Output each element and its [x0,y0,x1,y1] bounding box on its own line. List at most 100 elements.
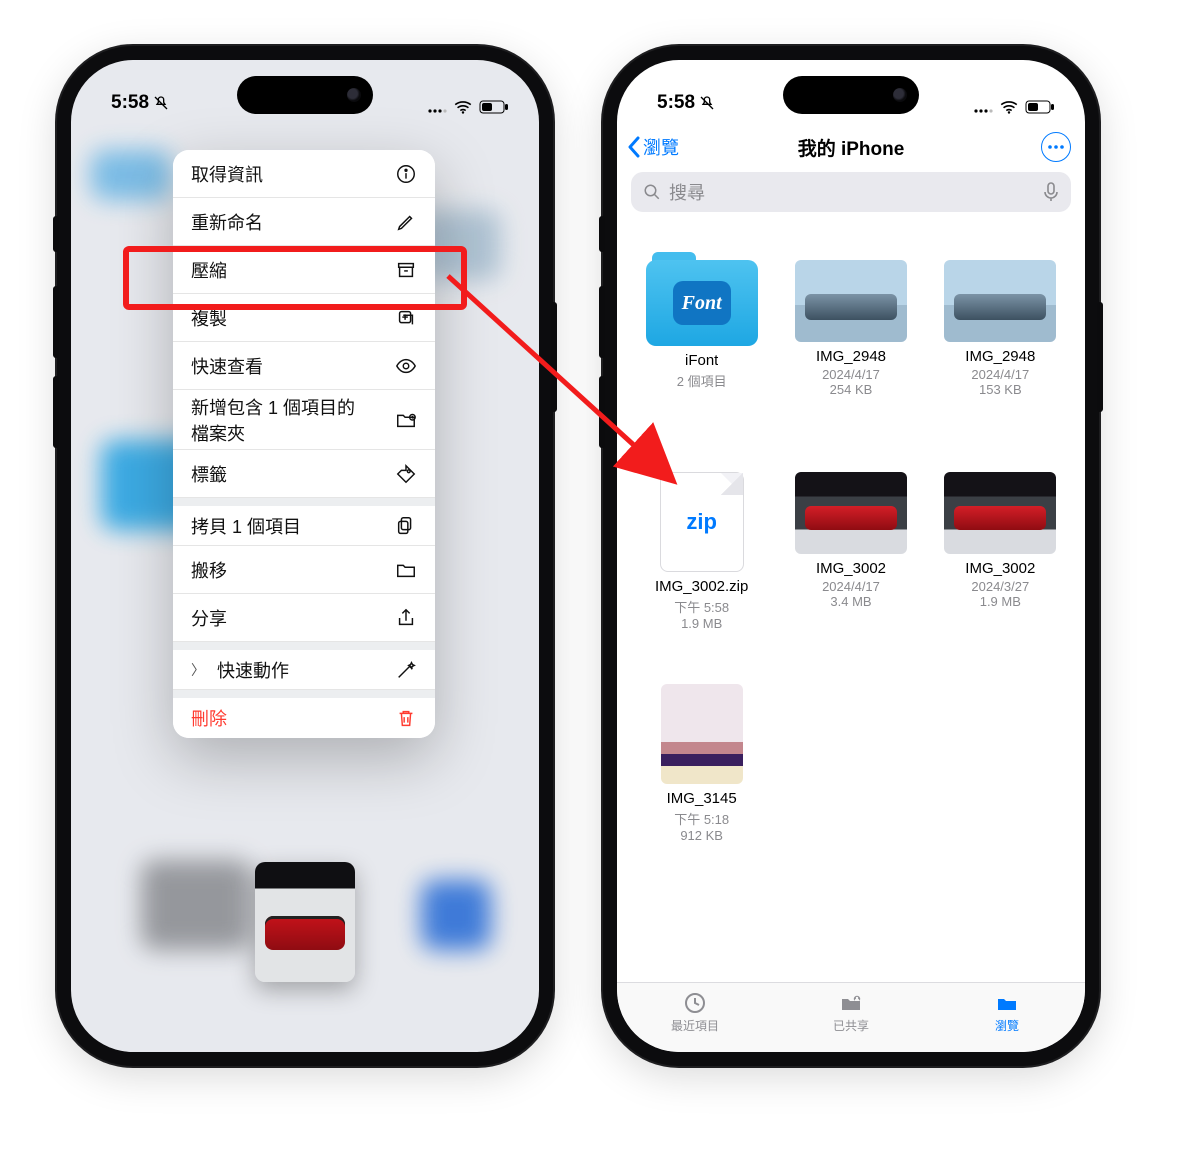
clock-icon [681,991,709,1015]
file-meta: 912 KB [680,828,723,843]
silent-icon [699,95,715,111]
file-item-img-2948-b[interactable]: IMG_2948 2024/4/17 153 KB [930,260,1071,440]
file-name: IMG_3145 [667,790,737,807]
screen-right: 5:58 瀏覽 我的 iPhone [617,60,1085,1052]
wand-icon [395,659,417,681]
context-menu: 取得資訊 重新命名 壓縮 複製 快速查看 [173,150,435,738]
menu-share[interactable]: 分享 [173,594,435,642]
status-time: 5:58 [657,92,695,114]
file-item-img-3002-b[interactable]: IMG_3002 2024/3/27 1.9 MB [930,472,1071,652]
file-item-img-2948-a[interactable]: IMG_2948 2024/4/17 254 KB [780,260,921,440]
cellular-icon [973,100,993,114]
nav-title: 我的 iPhone [798,134,905,161]
file-item-img-3145[interactable]: IMG_3145 下午 5:18 912 KB [631,684,772,864]
status-time: 5:58 [111,92,149,114]
menu-copy-label: 拷貝 1 個項目 [191,513,301,539]
image-thumbnail [795,472,907,554]
shared-folder-icon [837,991,865,1015]
menu-quick-actions-label: 快速動作 [217,657,289,683]
file-item-zip[interactable]: zip IMG_3002.zip 下午 5:58 1.9 MB [631,472,772,652]
file-meta: 153 KB [979,382,1022,397]
dynamic-island [237,76,373,114]
menu-tags[interactable]: 標籤 [173,450,435,498]
trash-icon [395,707,417,729]
menu-get-info[interactable]: 取得資訊 [173,150,435,198]
menu-newfolder[interactable]: 新增包含 1 個項目的檔案夾 [173,390,435,450]
menu-delete[interactable]: 刪除 [173,690,435,738]
file-meta: 2024/4/17 [822,579,880,594]
nav-bar: 瀏覽 我的 iPhone [617,126,1085,168]
menu-get-info-label: 取得資訊 [191,161,263,187]
menu-rename-label: 重新命名 [191,209,263,235]
cellular-icon [427,100,447,114]
selected-file-preview[interactable] [255,862,355,982]
copy-icon [395,515,417,537]
zip-label: zip [686,509,717,535]
tab-label: 瀏覽 [995,1017,1019,1034]
menu-rename[interactable]: 重新命名 [173,198,435,246]
search-bar[interactable]: 搜尋 [631,172,1071,212]
file-name: IMG_3002 [965,560,1035,577]
file-meta: 1.9 MB [980,594,1021,609]
menu-newfolder-label: 新增包含 1 個項目的檔案夾 [191,394,371,446]
mic-icon [1043,182,1059,202]
menu-delete-label: 刪除 [191,705,227,731]
image-thumbnail [944,260,1056,342]
folder-plus-icon [395,409,417,431]
file-meta: 下午 5:18 [674,809,729,828]
file-meta: 2024/4/17 [822,367,880,382]
file-meta: 254 KB [830,382,873,397]
phone-left: 5:58 取得資訊 重新命名 [57,46,553,1066]
file-meta: 2024/3/27 [971,579,1029,594]
file-meta: 1.9 MB [681,616,722,631]
pencil-icon [395,211,417,233]
file-name: IMG_2948 [965,348,1035,365]
battery-icon [479,100,509,114]
silent-icon [153,95,169,111]
file-item-img-3002-a[interactable]: IMG_3002 2024/4/17 3.4 MB [780,472,921,652]
archive-icon [395,259,417,281]
file-grid: Font iFont 2 個項目 IMG_2948 2024/4/17 254 … [617,260,1085,982]
zip-file-icon: zip [660,472,744,572]
phone-right: 5:58 瀏覽 我的 iPhone [603,46,1099,1066]
menu-tags-label: 標籤 [191,461,227,487]
folder-icon: Font [646,260,758,346]
file-meta: 3.4 MB [830,594,871,609]
back-label: 瀏覽 [643,134,679,160]
tab-browse[interactable]: 瀏覽 [929,983,1085,1052]
file-meta: 2024/4/17 [971,367,1029,382]
screen-left: 5:58 取得資訊 重新命名 [71,60,539,1052]
menu-quick-actions[interactable]: 〉快速動作 [173,642,435,690]
battery-icon [1025,100,1055,114]
menu-duplicate-label: 複製 [191,305,227,331]
tab-recent[interactable]: 最近項目 [617,983,773,1052]
menu-compress-label: 壓縮 [191,257,227,283]
wifi-icon [453,100,473,114]
dynamic-island [783,76,919,114]
menu-quicklook[interactable]: 快速查看 [173,342,435,390]
menu-duplicate[interactable]: 複製 [173,294,435,342]
tab-label: 最近項目 [671,1017,719,1034]
tab-shared[interactable]: 已共享 [773,983,929,1052]
file-name: iFont [685,352,718,369]
menu-compress[interactable]: 壓縮 [173,246,435,294]
info-icon [395,163,417,185]
menu-copy[interactable]: 拷貝 1 個項目 [173,498,435,546]
menu-move[interactable]: 搬移 [173,546,435,594]
tab-bar: 最近項目 已共享 瀏覽 [617,982,1085,1052]
file-meta: 2 個項目 [677,371,727,390]
menu-share-label: 分享 [191,605,227,631]
image-thumbnail [944,472,1056,554]
search-placeholder: 搜尋 [669,179,705,205]
more-button[interactable] [1041,132,1071,162]
share-icon [395,607,417,629]
folder-icon [395,559,417,581]
menu-quicklook-label: 快速查看 [191,353,263,379]
chevron-right-icon: 〉 [191,660,205,680]
image-thumbnail [661,684,743,784]
file-item-folder-ifont[interactable]: Font iFont 2 個項目 [631,260,772,440]
file-name: IMG_2948 [816,348,886,365]
image-thumbnail [795,260,907,342]
file-meta: 下午 5:58 [674,597,729,616]
back-button[interactable]: 瀏覽 [627,126,679,168]
